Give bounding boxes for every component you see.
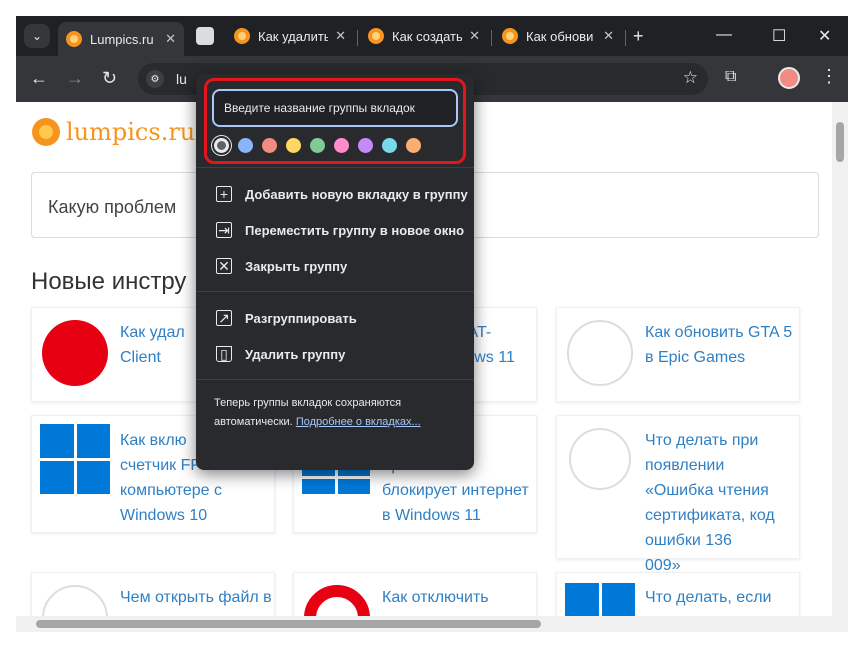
- tab-separator: [625, 30, 626, 46]
- color-swatch-grey[interactable]: [214, 138, 229, 153]
- ungroup-icon: ↗: [216, 310, 232, 326]
- reload-icon[interactable]: ↻: [102, 68, 117, 89]
- tab-3[interactable]: Как создать ✕: [360, 22, 488, 50]
- group-name-input[interactable]: [212, 89, 458, 127]
- close-icon[interactable]: ✕: [165, 31, 176, 47]
- extensions-puzzle-icon[interactable]: ⧉: [725, 68, 736, 86]
- color-swatch-cyan[interactable]: [382, 138, 397, 153]
- window-close-icon[interactable]: ✕: [818, 26, 831, 46]
- close-group-button[interactable]: ✕ Закрыть группу: [196, 249, 474, 283]
- article-card[interactable]: Как обновить GTA 5 в Epic Games: [556, 307, 800, 402]
- color-swatch-orange[interactable]: [406, 138, 421, 153]
- menu-divider: [196, 291, 474, 292]
- section-title: Новые инстру: [31, 268, 187, 295]
- forward-arrow-icon[interactable]: →: [66, 68, 84, 89]
- tab-lumpics[interactable]: Lumpics.ru ✕: [58, 22, 184, 56]
- card-title[interactable]: Что делать, если: [645, 585, 771, 610]
- trash-icon: ▯: [216, 346, 232, 362]
- tab-strip: ⌄ Lumpics.ru ✕ Как удалить ✕ Как создать…: [16, 16, 848, 56]
- card-title[interactable]: Что делать при появлении «Ошибка чтения …: [645, 428, 795, 578]
- orange-favicon-icon: [502, 28, 518, 44]
- article-card[interactable]: Что делать, если: [556, 572, 800, 616]
- color-swatch-blue[interactable]: [238, 138, 253, 153]
- move-group-to-window-button[interactable]: ⇥ Переместить группу в новое окно: [196, 213, 474, 247]
- tab-2[interactable]: Как удалить ✕: [226, 22, 354, 50]
- card-title[interactable]: Чем открыть файл в: [120, 585, 272, 610]
- color-swatch-green[interactable]: [310, 138, 325, 153]
- close-icon[interactable]: ✕: [335, 28, 346, 44]
- learn-more-link[interactable]: Подробнее о вкладках...: [296, 416, 421, 428]
- computer-error-thumb: [569, 428, 631, 490]
- search-placeholder: Какую проблем: [48, 197, 177, 217]
- tab-separator: [357, 30, 358, 46]
- tab-search-button[interactable]: ⌄: [24, 24, 50, 48]
- move-window-icon: ⇥: [216, 222, 232, 238]
- windows-logo-thumb: [565, 583, 635, 616]
- minimize-icon[interactable]: —: [716, 26, 732, 44]
- horizontal-scrollbar[interactable]: [16, 616, 848, 632]
- ungroup-button[interactable]: ↗ Разгруппировать: [196, 301, 474, 335]
- color-swatch-pink[interactable]: [334, 138, 349, 153]
- tab-group-editor-popup: + Добавить новую вкладку в группу ⇥ Пере…: [196, 74, 474, 470]
- add-tab-to-group-button[interactable]: + Добавить новую вкладку в группу: [196, 177, 474, 211]
- group-color-picker: [214, 138, 430, 153]
- vertical-scrollbar[interactable]: [832, 102, 848, 616]
- bookmark-star-icon[interactable]: ☆: [683, 68, 698, 88]
- color-swatch-red[interactable]: [262, 138, 277, 153]
- menu-label: Разгруппировать: [245, 310, 357, 326]
- address-text: lu: [176, 71, 187, 87]
- menu-label: Переместить группу в новое окно: [245, 222, 465, 238]
- menu-divider: [196, 379, 474, 380]
- color-swatch-purple[interactable]: [358, 138, 373, 153]
- computer-file-thumb: [42, 585, 108, 616]
- close-icon[interactable]: ✕: [469, 28, 480, 44]
- color-swatch-yellow[interactable]: [286, 138, 301, 153]
- roblox-thumb: [42, 320, 108, 386]
- tab-title: Как создать: [392, 28, 462, 44]
- logo-text: lumpics.ru: [66, 118, 196, 146]
- browser-window: ⌄ Lumpics.ru ✕ Как удалить ✕ Как создать…: [16, 16, 848, 632]
- tab-title: Как удалить: [258, 28, 328, 44]
- chevron-down-icon: ⌄: [31, 29, 43, 43]
- tab-group-chip[interactable]: [196, 27, 214, 45]
- menu-label: Добавить новую вкладку в группу: [245, 186, 468, 202]
- card-title[interactable]: Как отключить: [382, 585, 489, 610]
- autosave-note: Теперь группы вкладок сохраняются автома…: [214, 394, 464, 432]
- kebab-menu-icon[interactable]: ⋮: [820, 66, 838, 87]
- site-settings-icon[interactable]: ⚙: [146, 70, 164, 88]
- tab-4[interactable]: Как обнови ✕: [494, 22, 622, 50]
- article-card[interactable]: Чем открыть файл в: [31, 572, 275, 616]
- windows-logo-thumb: [40, 424, 110, 494]
- orange-favicon-icon: [368, 28, 384, 44]
- menu-label: Удалить группу: [245, 346, 346, 362]
- maximize-icon[interactable]: ☐: [772, 26, 786, 46]
- orange-logo-icon: [32, 118, 60, 146]
- close-icon[interactable]: ✕: [603, 28, 614, 44]
- add-tab-icon: +: [216, 186, 232, 202]
- epic-games-thumb: [567, 320, 633, 386]
- site-logo[interactable]: lumpics.ru: [32, 118, 195, 146]
- tab-separator: [491, 30, 492, 46]
- tab-title: Как обнови: [526, 28, 594, 44]
- vertical-scroll-thumb[interactable]: [836, 122, 844, 162]
- close-group-icon: ✕: [216, 258, 232, 274]
- article-card[interactable]: Что делать при появлении «Ошибка чтения …: [556, 415, 800, 574]
- opera-logo-thumb: [304, 585, 370, 616]
- menu-label: Закрыть группу: [245, 258, 348, 274]
- new-tab-plus-icon[interactable]: +: [633, 26, 644, 47]
- orange-favicon-icon: [234, 28, 250, 44]
- article-card[interactable]: Как отключить: [293, 572, 537, 616]
- tab-title: Lumpics.ru: [90, 31, 154, 47]
- card-title[interactable]: Как удал Client: [120, 320, 185, 370]
- horizontal-scroll-thumb[interactable]: [36, 620, 541, 628]
- orange-favicon-icon: [66, 31, 82, 47]
- menu-divider: [196, 167, 474, 168]
- delete-group-button[interactable]: ▯ Удалить группу: [196, 337, 474, 371]
- profile-avatar[interactable]: [778, 67, 800, 89]
- back-arrow-icon[interactable]: ←: [30, 68, 48, 89]
- card-title[interactable]: Как обновить GTA 5 в Epic Games: [645, 320, 795, 370]
